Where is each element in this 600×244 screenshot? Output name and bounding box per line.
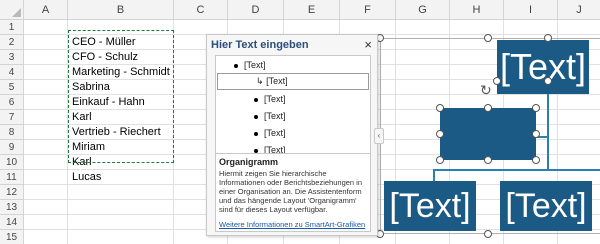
smartart-bottom-left-box[interactable]: [Text] [384,181,476,231]
row-header-8[interactable]: 8 [0,125,24,140]
resize-handle[interactable] [436,130,444,138]
row-header-13[interactable]: 13 [0,200,24,215]
row-header-6[interactable]: 6 [0,95,24,110]
row-header-12[interactable]: 12 [0,185,24,200]
row-header-14[interactable]: 14 [0,215,24,230]
select-all-corner[interactable] [0,0,24,20]
bullet-icon [254,131,258,136]
layout-info-box: Organigramm Hiermit zeigen Sie hierarchi… [215,153,371,232]
connector-line [547,84,549,170]
list-item-text: [Text] [264,94,286,104]
connector-line [433,169,435,181]
list-item[interactable]: [Text] [254,128,286,138]
text-pane-title: Hier Text eingeben [211,39,309,51]
list-item[interactable]: [Text] [234,60,266,70]
sub-arrow-icon: ↳ [256,76,264,86]
frame-handle[interactable] [493,77,501,85]
column-header-a[interactable]: A [24,0,68,20]
column-header-h[interactable]: H [450,0,504,20]
column-header-d[interactable]: D [228,0,284,20]
row-header-5[interactable]: 5 [0,80,24,95]
more-info-link[interactable]: Weitere Informationen zu SmartArt-Grafik… [219,220,365,229]
select-all-triangle-icon [12,8,21,17]
row-header-1[interactable]: 1 [0,20,24,35]
column-header-f[interactable]: F [340,0,396,20]
smartart-bottom-right-text: [Text] [505,187,587,225]
bullet-icon [234,63,238,68]
row-header-4[interactable]: 4 [0,65,24,80]
layout-description: Hiermit zeigen Sie hierarchische Informa… [219,169,363,214]
smartart-text-pane[interactable]: Hier Text eingeben × [Text] ↳ [Text] [Te… [206,34,378,236]
list-item[interactable]: ↳ [Text] [256,76,288,87]
smartart-top-box-text: [Text] [499,46,587,87]
resize-handle[interactable] [436,104,444,112]
row-header-11[interactable]: 11 [0,170,24,185]
bullet-icon [254,97,258,102]
row-header-9[interactable]: 9 [0,140,24,155]
frame-handle[interactable] [484,34,492,42]
frame-handle[interactable] [544,77,552,85]
smartart-assistant-box[interactable] [440,108,536,160]
connector-line [433,169,600,171]
column-header-c[interactable]: C [174,0,228,20]
column-header-e[interactable]: E [284,0,340,20]
selected-item-highlight [217,73,369,90]
cell-b11[interactable]: Lucas [72,170,101,185]
list-item-text: [Text] [266,76,288,86]
list-item[interactable]: [Text] [254,111,286,121]
list-item-text: [Text] [264,111,286,121]
smartart-top-box[interactable]: [Text] [497,40,589,94]
column-header-j[interactable]: J [558,0,600,20]
row-header-2[interactable]: 2 [0,35,24,50]
column-header-b[interactable]: B [68,0,174,20]
resize-handle[interactable] [436,156,444,164]
pane-collapse-grip-icon[interactable]: ‹ [374,128,384,144]
frame-handle[interactable] [544,34,552,42]
smartart-bottom-right-box[interactable]: [Text] [500,181,592,231]
resize-handle[interactable] [532,104,540,112]
row-header-7[interactable]: 7 [0,110,24,125]
column-header-g[interactable]: G [396,0,450,20]
resize-handle[interactable] [484,156,492,164]
list-item[interactable]: [Text] [254,94,286,104]
close-icon[interactable]: × [364,37,372,52]
resize-handle[interactable] [484,104,492,112]
row-header-3[interactable]: 3 [0,50,24,65]
list-item-text: [Text] [244,60,266,70]
row-header-10[interactable]: 10 [0,155,24,170]
bullet-icon [254,114,258,119]
rotate-icon[interactable]: ↻ [480,82,492,99]
resize-handle[interactable] [532,156,540,164]
layout-name: Organigramm [219,157,279,167]
resize-handle[interactable] [532,130,540,138]
row-header-15[interactable]: 15 [0,230,24,244]
column-header-i[interactable]: I [504,0,558,20]
smartart-bottom-left-text: [Text] [389,187,471,225]
list-item-text: [Text] [264,128,286,138]
copy-marquee [68,30,174,163]
frame-handle[interactable] [484,230,492,238]
